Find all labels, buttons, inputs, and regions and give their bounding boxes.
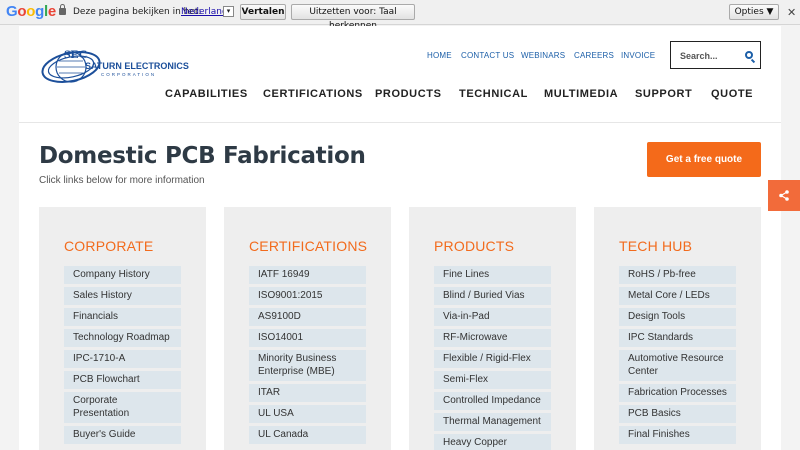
list-item[interactable]: Controlled Impedance <box>434 392 551 410</box>
nav-webinars-link[interactable]: WEBINARS <box>521 51 565 60</box>
list-item[interactable]: PCB Flowchart <box>64 371 181 389</box>
search-icon[interactable] <box>745 51 753 59</box>
list-item[interactable]: Technology Roadmap <box>64 329 181 347</box>
header-divider <box>19 122 781 123</box>
list-item[interactable]: ISO9001:2015 <box>249 287 366 305</box>
list-item[interactable]: Fabrication Processes <box>619 384 736 402</box>
nav-home-link[interactable]: HOME <box>427 51 452 60</box>
page-container: SEC SATURN ELECTRONICS CORPORATION HOME … <box>19 26 781 450</box>
list-item[interactable]: Semi-Flex <box>434 371 551 389</box>
nav-invoice-link[interactable]: INVOICE <box>621 51 655 60</box>
list-item[interactable]: Design Tools <box>619 308 736 326</box>
column-certifications: CERTIFICATIONS IATF 16949 ISO9001:2015 A… <box>224 207 391 450</box>
page-title: Domestic PCB Fabrication <box>39 143 366 169</box>
list-item[interactable]: Final Finishes <box>619 426 736 444</box>
link-list: Company History Sales History Financials… <box>64 266 181 447</box>
column-heading: TECH HUB <box>619 238 693 254</box>
menu-quote[interactable]: QUOTE <box>711 88 753 100</box>
options-button[interactable]: Opties ▼ <box>729 4 779 20</box>
list-item[interactable]: IPC Standards <box>619 329 736 347</box>
column-products: PRODUCTS Fine Lines Blind / Buried Vias … <box>409 207 576 450</box>
share-button[interactable] <box>768 180 800 211</box>
list-item[interactable]: Sales History <box>64 287 181 305</box>
column-corporate: CORPORATE Company History Sales History … <box>39 207 206 450</box>
saturn-electronics-logo[interactable]: SEC SATURN ELECTRONICS CORPORATION <box>41 43 196 91</box>
svg-text:CORPORATION: CORPORATION <box>101 72 156 77</box>
list-item[interactable]: RF-Microwave <box>434 329 551 347</box>
list-item[interactable]: PCB Basics <box>619 405 736 423</box>
column-heading: CORPORATE <box>64 238 154 254</box>
search-box[interactable]: Search... <box>670 41 761 69</box>
menu-technical[interactable]: TECHNICAL <box>459 88 528 100</box>
link-list: Fine Lines Blind / Buried Vias Via-in-Pa… <box>434 266 551 450</box>
disable-translate-button[interactable]: Uitzetten voor: Taal herkennen <box>291 4 415 31</box>
nav-careers-link[interactable]: CAREERS <box>574 51 614 60</box>
list-item[interactable]: Flexible / Rigid-Flex <box>434 350 551 368</box>
translate-bar: Google Deze pagina bekijken in het: Nede… <box>0 0 800 31</box>
list-item[interactable]: RoHS / Pb-free <box>619 266 736 284</box>
translate-button[interactable]: Vertalen <box>240 4 286 20</box>
list-item[interactable]: ITAR <box>249 384 366 402</box>
list-item[interactable]: Heavy Copper <box>434 434 551 450</box>
menu-certifications[interactable]: CERTIFICATIONS <box>263 88 363 100</box>
list-item[interactable]: UL USA <box>249 405 366 423</box>
list-item[interactable]: Metal Core / LEDs <box>619 287 736 305</box>
link-list: RoHS / Pb-free Metal Core / LEDs Design … <box>619 266 736 447</box>
menu-support[interactable]: SUPPORT <box>635 88 692 100</box>
list-item[interactable]: IPC-1710-A <box>64 350 181 368</box>
menu-capabilities[interactable]: CAPABILITIES <box>165 88 248 100</box>
share-icon <box>779 190 789 201</box>
menu-multimedia[interactable]: MULTIMEDIA <box>544 88 618 100</box>
list-item[interactable]: Fine Lines <box>434 266 551 284</box>
list-item[interactable]: UL Canada <box>249 426 366 444</box>
svg-text:SEC: SEC <box>64 47 87 61</box>
list-item[interactable]: Automotive Resource Center <box>619 350 736 381</box>
list-item[interactable]: Corporate Presentation <box>64 392 181 423</box>
link-list: IATF 16949 ISO9001:2015 AS9100D ISO14001… <box>249 266 366 447</box>
list-item[interactable]: Buyer's Guide <box>64 426 181 444</box>
logo-graphic: SEC SATURN ELECTRONICS CORPORATION <box>41 47 189 83</box>
svg-text:SATURN ELECTRONICS: SATURN ELECTRONICS <box>85 61 189 71</box>
list-item[interactable]: IATF 16949 <box>249 266 366 284</box>
list-item[interactable]: Blind / Buried Vias <box>434 287 551 305</box>
column-heading: CERTIFICATIONS <box>249 238 368 254</box>
list-item[interactable]: Via-in-Pad <box>434 308 551 326</box>
lock-icon <box>59 4 66 15</box>
column-heading: PRODUCTS <box>434 238 515 254</box>
column-tech-hub: TECH HUB RoHS / Pb-free Metal Core / LED… <box>594 207 761 450</box>
list-item[interactable]: Thermal Management <box>434 413 551 431</box>
list-item[interactable]: ISO14001 <box>249 329 366 347</box>
list-item[interactable]: Financials <box>64 308 181 326</box>
google-logo: Google <box>6 3 56 20</box>
list-item[interactable]: Minority Business Enterprise (MBE) <box>249 350 366 381</box>
nav-contact-link[interactable]: CONTACT US <box>461 51 514 60</box>
menu-products[interactable]: PRODUCTS <box>375 88 442 100</box>
page-subtitle: Click links below for more information <box>39 175 205 186</box>
list-item[interactable]: Company History <box>64 266 181 284</box>
list-item[interactable]: AS9100D <box>249 308 366 326</box>
close-icon[interactable]: ✕ <box>787 6 796 19</box>
language-dropdown-icon[interactable]: ▾ <box>223 6 234 17</box>
search-input[interactable]: Search... <box>680 51 718 61</box>
get-quote-button[interactable]: Get a free quote <box>647 142 761 177</box>
